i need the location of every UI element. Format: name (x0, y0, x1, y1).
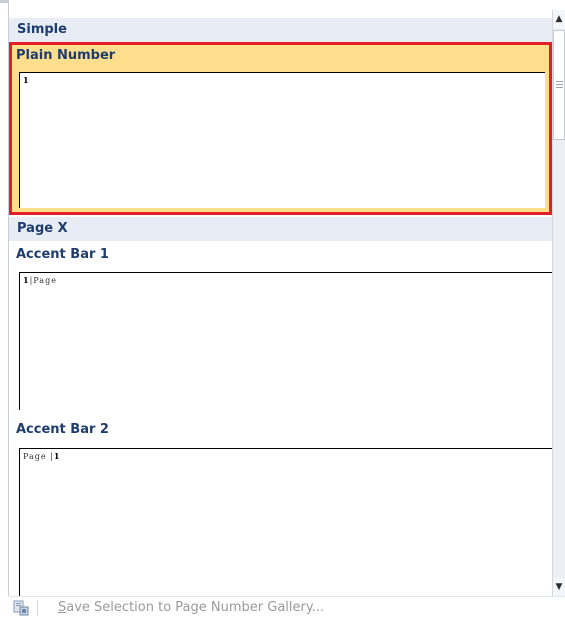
preview-page-number: 1 (53, 451, 61, 461)
preview-page-suffix: |Page (29, 276, 57, 285)
triangle-down-icon: ▼ (555, 581, 563, 592)
preview-page-number: 1 (23, 75, 30, 85)
save-selection-to-gallery-menu-item[interactable]: Save Selection to Page Number Gallery... (58, 600, 324, 615)
gallery-item-preview: 1 (19, 72, 545, 208)
vertical-scrollbar[interactable]: ▲ ▼ (552, 10, 565, 596)
section-header-page-x: Page X (9, 217, 552, 241)
preview-page-number: 1 (23, 275, 30, 285)
gallery-item-preview: Page |1 (19, 448, 552, 596)
gallery-item-preview: 1|Page (19, 272, 552, 410)
scroll-up-button[interactable]: ▲ (553, 10, 565, 28)
gallery-footer: Save Selection to Page Number Gallery... (9, 596, 565, 619)
section-header-label: Page X (17, 221, 68, 236)
preview-text: 1|Page (23, 275, 57, 285)
gallery-item-label: Accent Bar 1 (16, 247, 109, 262)
footer-separator (37, 600, 38, 616)
section-header-simple: Simple (9, 18, 552, 42)
save-selection-label: ave Selection to Page Number Gallery... (66, 600, 325, 615)
preview-page-prefix: Page | (23, 452, 54, 461)
grip-icon (556, 81, 563, 88)
scroll-thumb[interactable] (553, 30, 565, 140)
gallery-item-accent-bar-1[interactable]: Accent Bar 1 1|Page (9, 243, 552, 418)
gallery-item-plain-number[interactable]: Plain Number 1 (9, 42, 552, 215)
preview-text: Page |1 (23, 451, 60, 461)
gallery-item-label: Plain Number (16, 48, 116, 63)
top-edge-tick (0, 0, 8, 3)
gallery-item-label: Accent Bar 2 (16, 422, 109, 437)
section-header-label: Simple (17, 22, 67, 37)
triangle-up-icon: ▲ (555, 13, 563, 24)
gallery-item-accent-bar-2[interactable]: Accent Bar 2 Page |1 (9, 418, 552, 596)
preview-text: 1 (23, 75, 30, 85)
scroll-down-button[interactable]: ▼ (553, 578, 565, 596)
save-to-gallery-icon (13, 600, 29, 616)
page-number-gallery-panel: Simple Plain Number 1 Page X Accent Bar … (0, 0, 565, 619)
